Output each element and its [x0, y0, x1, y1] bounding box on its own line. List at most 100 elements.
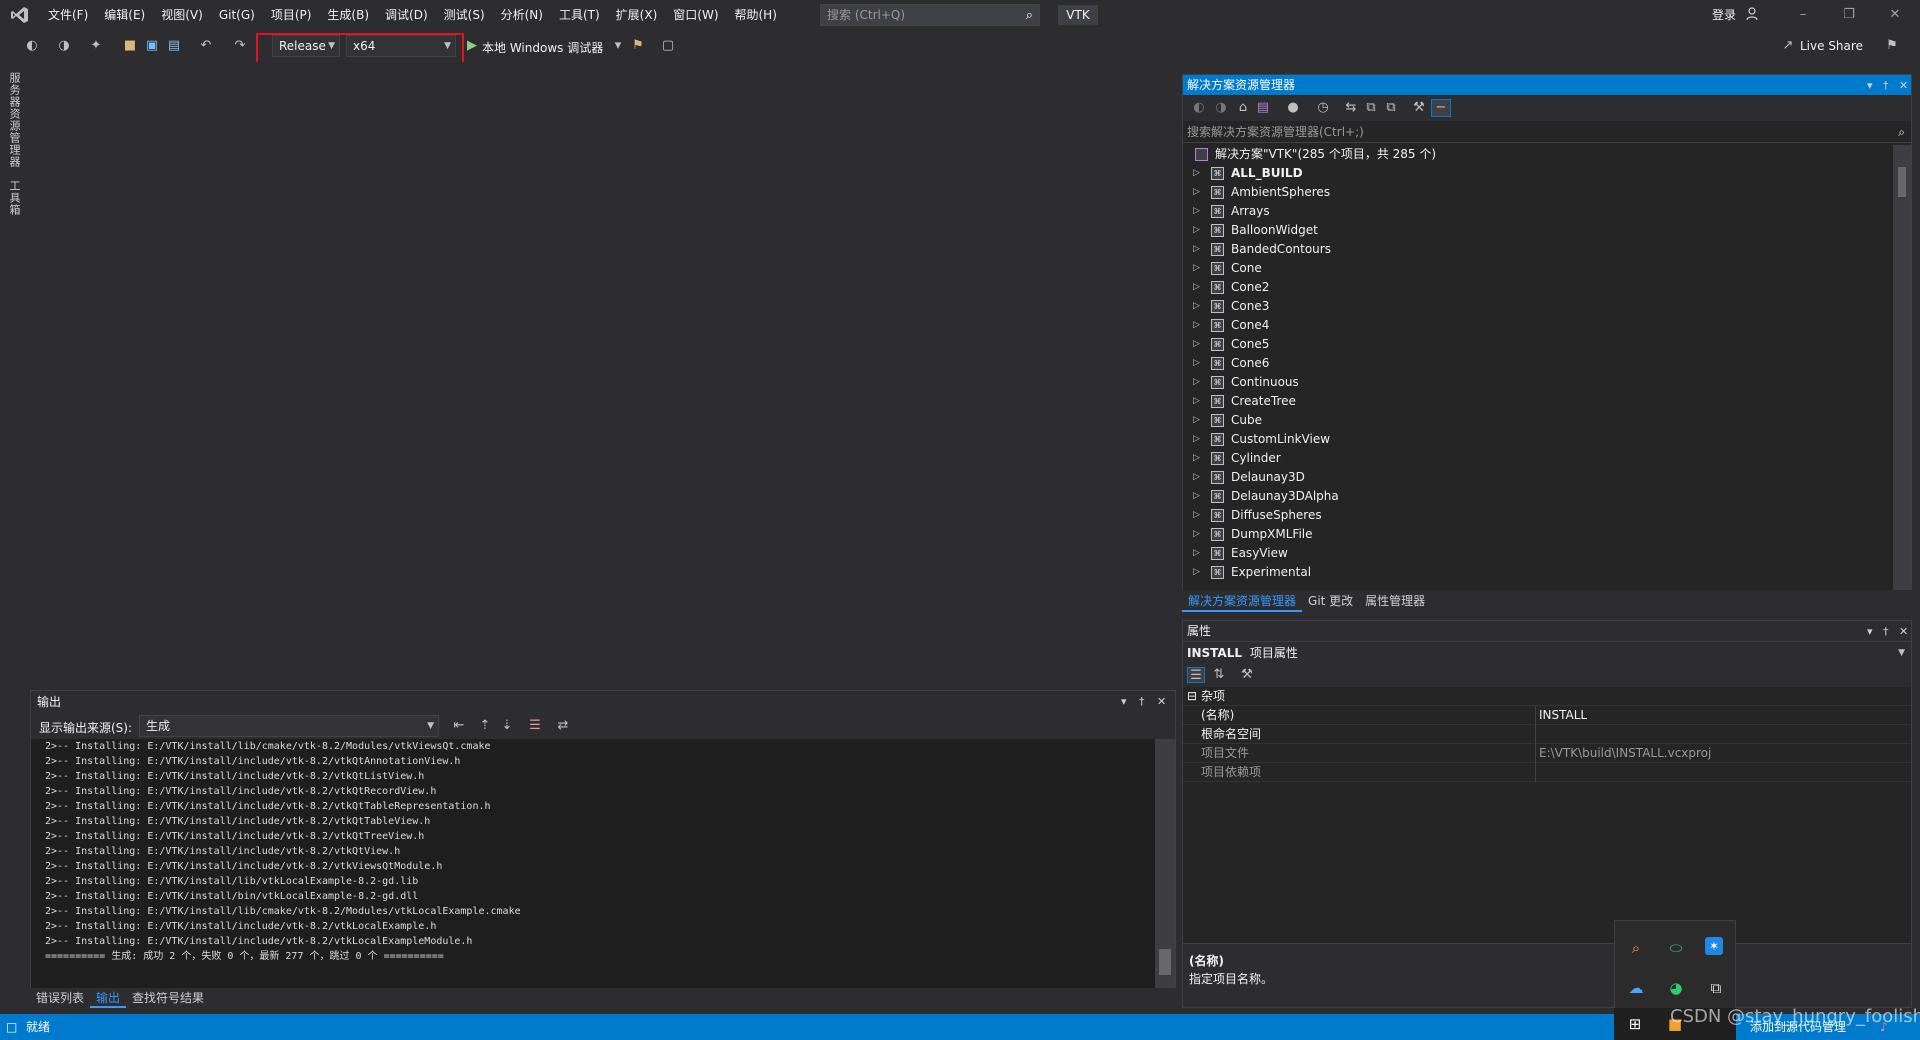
server-explorer-tab[interactable]: 服务器资源管理器 [6, 72, 22, 168]
expand-arrow-icon[interactable]: ▷ [1193, 240, 1200, 259]
search-tool-icon[interactable]: ⌕ [1625, 937, 1647, 959]
tab-error-list[interactable]: 错误列表 [30, 988, 90, 1008]
browser-tray-icon[interactable]: ◕ [1665, 977, 1687, 999]
menu-tools[interactable]: 工具(T) [551, 0, 608, 30]
property-row[interactable]: (名称) INSTALL [1183, 706, 1911, 725]
windows-start-icon[interactable]: ⊞ [1624, 1013, 1646, 1035]
save-icon[interactable]: ▣ [144, 38, 160, 54]
find-message-icon[interactable]: ⇤ [451, 718, 467, 734]
scroll-thumb[interactable] [1159, 949, 1171, 975]
preview-selected-icon[interactable]: − [1431, 99, 1451, 117]
tab-find-symbol-results[interactable]: 查找符号结果 [126, 988, 210, 1008]
forward-icon[interactable]: ◑ [56, 38, 72, 54]
copy-window-icon[interactable]: ⧉ [1705, 977, 1727, 999]
output-vertical-scrollbar[interactable] [1155, 739, 1175, 989]
menu-help[interactable]: 帮助(H) [727, 0, 785, 30]
expand-arrow-icon[interactable]: ▷ [1193, 430, 1200, 449]
feedback-icon[interactable]: ⚑ [1884, 38, 1900, 54]
save-all-icon[interactable]: ▤ [166, 38, 182, 54]
alphabetical-icon[interactable]: ⇅ [1211, 667, 1227, 683]
property-category[interactable]: ⊟ 杂项 [1183, 687, 1911, 706]
home-icon[interactable]: ⌂ [1235, 100, 1251, 116]
expand-arrow-icon[interactable]: ▷ [1193, 468, 1200, 487]
restore-icon[interactable]: ❐ [1826, 0, 1872, 30]
pending-changes-icon[interactable]: ◷ [1315, 100, 1331, 116]
expand-arrow-icon[interactable]: ▷ [1193, 449, 1200, 468]
word-wrap-icon[interactable]: ⇄ [555, 718, 571, 734]
output-text[interactable]: 2>-- Installing: E:/VTK/install/lib/cmak… [31, 739, 1155, 989]
pin-icon[interactable]: † [1883, 75, 1889, 97]
next-message-icon[interactable]: ⇣ [499, 718, 515, 734]
wechat-icon[interactable]: ⬭ [1665, 937, 1687, 959]
menu-debug[interactable]: 调试(D) [377, 0, 436, 30]
expand-arrow-icon[interactable]: ▷ [1193, 278, 1200, 297]
menu-project[interactable]: 项目(P) [263, 0, 320, 30]
close-icon[interactable]: ✕ [1899, 75, 1908, 97]
solution-search-input[interactable]: 搜索解决方案资源管理器(Ctrl+;) ⌕ [1183, 121, 1911, 143]
play-icon[interactable]: ▶ [464, 38, 480, 54]
menu-analyze[interactable]: 分析(N) [493, 0, 551, 30]
expand-arrow-icon[interactable]: ▷ [1193, 506, 1200, 525]
expand-arrow-icon[interactable]: ▷ [1193, 316, 1200, 335]
pin-icon[interactable]: † [1139, 691, 1145, 713]
undo-icon[interactable]: ↶ [198, 38, 214, 54]
categorized-icon[interactable]: ☰ [1187, 667, 1205, 683]
scroll-thumb[interactable] [1898, 167, 1906, 197]
sync-icon[interactable]: ● [1285, 100, 1301, 116]
debugger-dropdown-icon[interactable]: ▾ [610, 38, 626, 54]
toolbox-tab[interactable]: 工具箱 [6, 180, 22, 216]
menu-edit[interactable]: 编辑(E) [96, 0, 153, 30]
expand-arrow-icon[interactable]: ▷ [1193, 354, 1200, 373]
user-icon[interactable] [1746, 7, 1760, 24]
property-row[interactable]: 项目依赖项 [1183, 763, 1911, 782]
property-pages-icon[interactable]: ⚒ [1239, 667, 1255, 683]
expand-arrow-icon[interactable]: ▷ [1193, 335, 1200, 354]
global-search-input[interactable]: 搜索 (Ctrl+Q) ⌕ [820, 4, 1040, 26]
expand-arrow-icon[interactable]: ▷ [1193, 373, 1200, 392]
expand-arrow-icon[interactable]: ▷ [1193, 183, 1200, 202]
properties-wrench-icon[interactable]: ⚒ [1411, 100, 1427, 116]
expand-arrow-icon[interactable]: ▷ [1193, 392, 1200, 411]
live-share-icon[interactable]: ↗ [1780, 38, 1796, 54]
tab-property-manager[interactable]: 属性管理器 [1359, 590, 1431, 612]
refresh-icon[interactable]: ⇆ [1343, 100, 1359, 116]
prev-message-icon[interactable]: ⇡ [477, 718, 493, 734]
panel-menu-icon[interactable]: ▾ [1867, 75, 1873, 97]
expand-arrow-icon[interactable]: ▷ [1193, 164, 1200, 183]
expand-arrow-icon[interactable]: ▷ [1193, 525, 1200, 544]
clear-all-icon[interactable]: ☰ [527, 718, 543, 734]
expand-arrow-icon[interactable]: ▷ [1193, 411, 1200, 430]
collapse-icon[interactable]: ⊟ [1187, 687, 1197, 706]
menu-build[interactable]: 生成(B) [319, 0, 377, 30]
close-icon[interactable]: ✕ [1872, 0, 1918, 30]
menu-git[interactable]: Git(G) [211, 0, 263, 30]
close-icon[interactable]: ✕ [1157, 691, 1166, 713]
property-row[interactable]: 根命名空间 [1183, 725, 1911, 744]
back-icon[interactable]: ◐ [24, 38, 40, 54]
back-icon[interactable]: ◐ [1191, 100, 1207, 116]
login-link[interactable]: 登录 [1712, 0, 1736, 30]
solution-vertical-scrollbar[interactable] [1893, 145, 1911, 599]
menu-test[interactable]: 测试(S) [436, 0, 493, 30]
screenshot-tool-icon[interactable]: ▢ [660, 38, 676, 54]
menu-view[interactable]: 视图(V) [153, 0, 211, 30]
expand-arrow-icon[interactable]: ▷ [1193, 563, 1200, 582]
expand-arrow-icon[interactable]: ▷ [1193, 544, 1200, 563]
tab-git-changes[interactable]: Git 更改 [1302, 590, 1359, 612]
show-all-files-icon[interactable]: ⧉ [1383, 100, 1399, 116]
expand-arrow-icon[interactable]: ▷ [1193, 487, 1200, 506]
redo-icon[interactable]: ↷ [232, 38, 248, 54]
menu-window[interactable]: 窗口(W) [665, 0, 726, 30]
forward-icon[interactable]: ◑ [1213, 100, 1229, 116]
bluetooth-icon[interactable]: ✶ [1705, 937, 1723, 955]
expand-arrow-icon[interactable]: ▷ [1193, 259, 1200, 278]
property-row[interactable]: 项目文件 E:\VTK\build\INSTALL.vcxproj [1183, 744, 1911, 763]
menu-file[interactable]: 文件(F) [40, 0, 96, 30]
expand-arrow-icon[interactable]: ▷ [1193, 297, 1200, 316]
tab-output[interactable]: 输出 [90, 988, 127, 1008]
live-share-button[interactable]: Live Share [1800, 39, 1863, 53]
tab-solution-explorer[interactable]: 解决方案资源管理器 [1182, 590, 1303, 612]
collapse-all-icon[interactable]: ⧉ [1363, 100, 1379, 116]
new-project-icon[interactable]: ✦ [88, 38, 104, 54]
expand-arrow-icon[interactable]: ▷ [1193, 202, 1200, 221]
